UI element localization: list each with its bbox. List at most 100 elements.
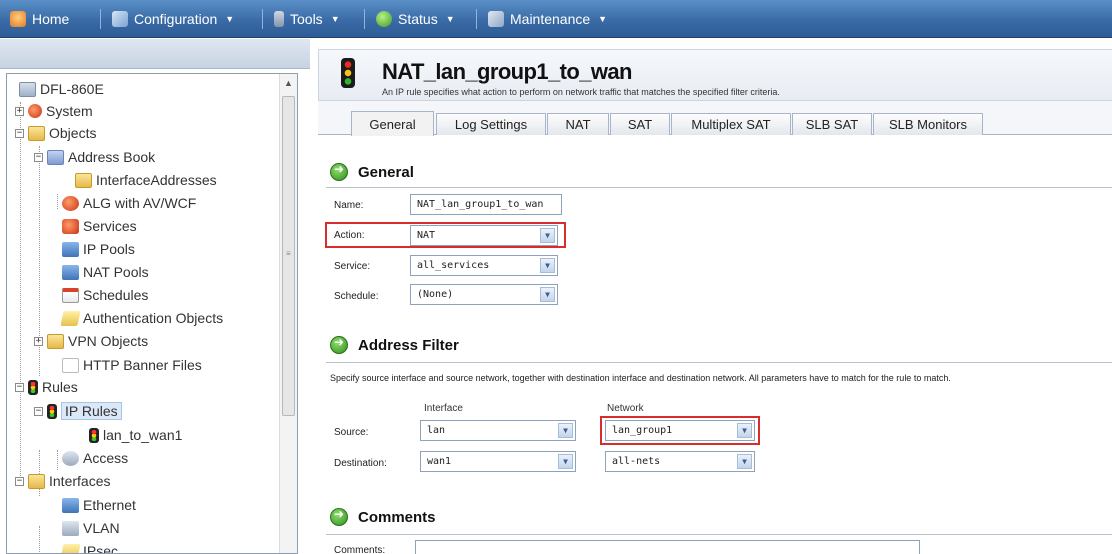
tab-log-settings[interactable]: Log Settings [436, 113, 546, 135]
collapse-icon[interactable]: − [34, 406, 43, 416]
tab-multiplex-sat[interactable]: Multiplex SAT [671, 113, 791, 135]
name-field[interactable]: NAT_lan_group1_to_wan [410, 194, 562, 215]
collapse-icon[interactable]: − [34, 152, 43, 162]
tree-node-http-banner-files[interactable]: HTTP Banner Files [62, 354, 202, 376]
tree-node-label: NAT Pools [83, 264, 149, 280]
tree-node-lan-to-wan1[interactable]: lan_to_wan1 [89, 424, 182, 446]
source-interface-select[interactable]: lan ▼ [420, 420, 576, 441]
tree-node-vpn-objects[interactable]: + VPN Objects [34, 330, 148, 352]
column-header-network: Network [607, 403, 644, 414]
collapse-icon[interactable]: − [15, 476, 24, 486]
tree-node-rules[interactable]: − Rules [15, 376, 78, 398]
service-value: all_services [417, 260, 490, 271]
source-network-select[interactable]: lan_group1 ▼ [605, 420, 755, 441]
system-icon [28, 104, 42, 118]
chevron-down-icon[interactable]: ▼ [737, 423, 752, 438]
services-icon [62, 218, 79, 234]
chevron-down-icon: ▼ [225, 14, 235, 24]
expand-icon[interactable]: + [34, 336, 43, 346]
destination-interface-select[interactable]: wan1 ▼ [420, 451, 576, 472]
scrollbar-thumb[interactable]: ≡ [282, 96, 295, 416]
ipsec-icon [60, 543, 81, 553]
banner-file-icon [62, 357, 79, 373]
chevron-down-icon[interactable]: ▼ [540, 258, 555, 273]
tree-node-interfaces[interactable]: − Interfaces [15, 470, 110, 492]
tree-connector [39, 526, 40, 553]
service-label: Service: [334, 261, 371, 272]
chevron-down-icon: ▼ [445, 14, 455, 24]
menu-configuration[interactable]: Configuration ▼ [112, 0, 234, 38]
tree-node-label: lan_to_wan1 [103, 427, 183, 443]
tree-node-interface-addresses[interactable]: InterfaceAddresses [75, 169, 217, 191]
tree-node-ip-pools[interactable]: IP Pools [62, 238, 135, 260]
tree-node-ethernet[interactable]: Ethernet [62, 494, 136, 516]
page-description: An IP rule specifies what action to perf… [382, 87, 780, 97]
tree-node-vlan[interactable]: VLAN [62, 517, 120, 539]
tree-node-authentication-objects[interactable]: Authentication Objects [60, 307, 223, 329]
tree-node-objects[interactable]: − Objects [15, 122, 96, 144]
chevron-down-icon[interactable]: ▼ [558, 423, 573, 438]
folder-icon [47, 333, 64, 349]
column-header-interface: Interface [424, 403, 463, 414]
top-menubar: Home Configuration ▼ Tools ▼ Status ▼ Ma… [0, 0, 1112, 38]
address-filter-heading-text: Address Filter [358, 336, 459, 354]
tree-connector [57, 450, 58, 470]
menu-status-label: Status [398, 11, 438, 27]
comments-field[interactable] [415, 540, 920, 554]
chevron-down-icon[interactable]: ▼ [540, 228, 555, 243]
menu-maintenance[interactable]: Maintenance ▼ [488, 0, 607, 38]
schedule-select[interactable]: (None) ▼ [410, 284, 558, 305]
rule-header: NAT_lan_group1_to_wan An IP rule specifi… [318, 49, 1112, 101]
nat-pools-icon [62, 264, 79, 280]
tree-node-ip-rules[interactable]: − IP Rules [34, 400, 122, 422]
menu-status[interactable]: Status ▼ [376, 0, 455, 38]
comments-section-heading: Comments [330, 502, 436, 532]
menu-separator [100, 9, 101, 29]
chevron-down-icon[interactable]: ▼ [540, 287, 555, 302]
traffic-light-icon [28, 379, 38, 395]
tree-node-label: Objects [49, 125, 97, 141]
configuration-tree: DFL-860E + System − Objects − Address Bo… [6, 73, 298, 554]
scroll-up-icon[interactable]: ▲ [280, 74, 297, 92]
menu-home[interactable]: Home [10, 0, 69, 38]
section-divider [326, 362, 1112, 363]
schedule-label: Schedule: [334, 291, 379, 302]
general-heading-text: General [358, 163, 414, 181]
tree-node-access[interactable]: Access [62, 447, 128, 469]
menu-separator [364, 9, 365, 29]
tree-node-ipsec[interactable]: IPsec [60, 540, 118, 553]
action-select[interactable]: NAT ▼ [410, 225, 558, 246]
configuration-icon [112, 11, 128, 27]
action-label: Action: [334, 230, 365, 241]
expand-icon[interactable]: + [15, 106, 24, 116]
tree-node-services[interactable]: Services [62, 215, 137, 237]
menu-tools[interactable]: Tools ▼ [274, 0, 340, 38]
tree-node-nat-pools[interactable]: NAT Pools [62, 261, 149, 283]
tree-node-schedules[interactable]: Schedules [62, 284, 148, 306]
page-title: NAT_lan_group1_to_wan [382, 59, 632, 84]
tree-node-address-book[interactable]: − Address Book [34, 146, 155, 168]
service-select[interactable]: all_services ▼ [410, 255, 558, 276]
tab-slb-monitors[interactable]: SLB Monitors [873, 113, 983, 135]
tree-node-root[interactable]: DFL-860E [19, 78, 104, 100]
section-arrow-icon [330, 335, 348, 354]
tree-scrollbar[interactable]: ▲ ≡ [279, 74, 297, 553]
chevron-down-icon: ▼ [330, 14, 340, 24]
address-filter-help: Specify source interface and source netw… [330, 373, 951, 383]
collapse-icon[interactable]: − [15, 382, 24, 392]
chevron-down-icon[interactable]: ▼ [737, 454, 752, 469]
tab-general[interactable]: General [351, 111, 434, 136]
tree-node-system[interactable]: + System [15, 100, 93, 122]
tab-slb-sat[interactable]: SLB SAT [792, 113, 872, 135]
chevron-down-icon[interactable]: ▼ [558, 454, 573, 469]
menu-home-label: Home [32, 11, 70, 27]
collapse-icon[interactable]: − [15, 128, 24, 138]
tab-nat[interactable]: NAT [547, 113, 609, 135]
tab-sat[interactable]: SAT [610, 113, 670, 135]
folder-icon [75, 172, 92, 188]
tree-connector [20, 102, 21, 482]
alg-icon [62, 195, 79, 211]
rule-editor: NAT_lan_group1_to_wan An IP rule specifi… [318, 49, 1112, 554]
destination-network-select[interactable]: all-nets ▼ [605, 451, 755, 472]
tree-node-alg[interactable]: ALG with AV/WCF [62, 192, 196, 214]
